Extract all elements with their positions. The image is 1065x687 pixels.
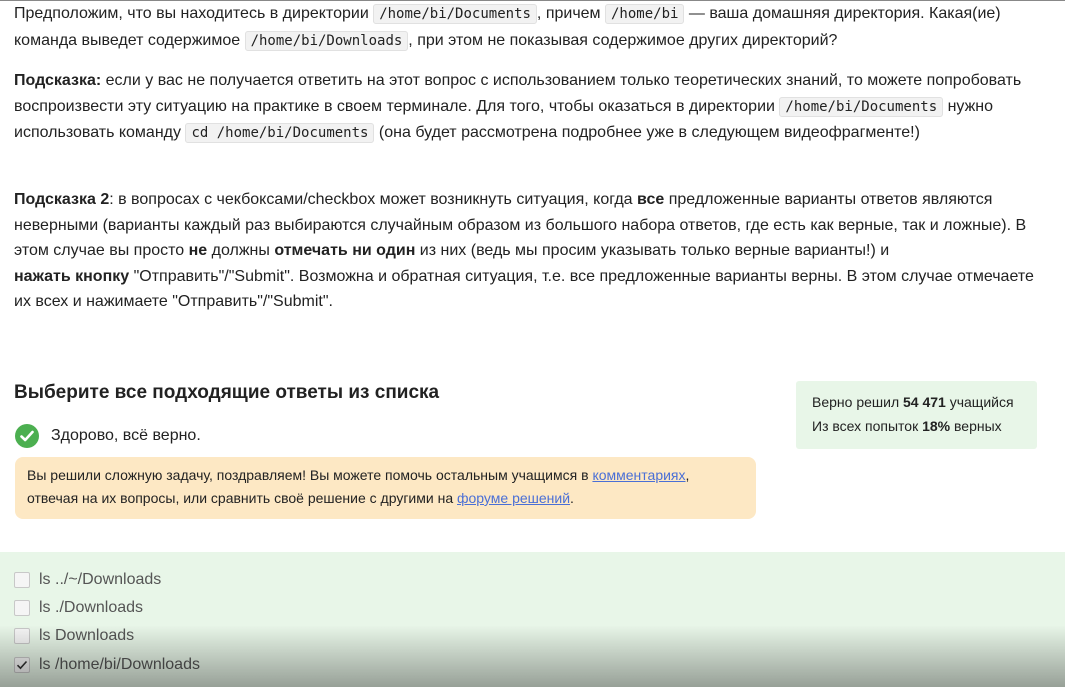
checkbox[interactable]: [14, 628, 30, 644]
option-label: ls /home/bi/Downloads: [39, 656, 200, 673]
checkbox[interactable]: [14, 600, 30, 616]
attempts-stat: Из всех попыток 18% верных: [812, 418, 1002, 434]
attempts-percent: 18%: [922, 418, 951, 434]
option-4[interactable]: ls /home/bi/Downloads: [14, 655, 200, 675]
code-downloads-path: /home/bi/Downloads: [244, 30, 409, 51]
check-circle-icon: [15, 424, 39, 448]
solutions-forum-link[interactable]: форуме решений: [457, 490, 570, 506]
option-1[interactable]: ls ../~/Downloads: [14, 570, 161, 590]
answer-options: ls ../~/Downloads ls ./Downloads ls Down…: [0, 552, 1065, 687]
hint-1: Подсказка: если у вас не получается отве…: [14, 72, 1022, 143]
option-label: ls ./Downloads: [39, 599, 144, 616]
checkbox-checked[interactable]: [14, 657, 30, 673]
code-cd-command: cd /home/bi/Documents: [185, 123, 375, 143]
congrats-notice: Вы решили сложную задачу, поздравляем! В…: [15, 457, 756, 519]
code-documents-path: /home/bi/Documents: [373, 4, 537, 24]
stats-panel: Верно решил 54 471 учащийся Из всех попы…: [796, 381, 1037, 449]
option-label: ls ../~/Downloads: [39, 571, 162, 588]
option-label: ls Downloads: [39, 627, 135, 644]
checkmark-icon: [16, 660, 28, 670]
result-status: Здорово, всё верно.: [15, 424, 201, 448]
option-3[interactable]: ls Downloads: [14, 626, 134, 646]
checkbox[interactable]: [14, 572, 30, 588]
option-2[interactable]: ls ./Downloads: [14, 598, 143, 618]
solved-count: 54 471: [903, 394, 946, 410]
hint-1-label: Подсказка:: [14, 72, 102, 89]
solved-stat: Верно решил 54 471 учащийся: [812, 394, 1014, 410]
code-documents-path-hint: /home/bi/Documents: [779, 96, 944, 117]
result-text: Здорово, всё верно.: [51, 427, 201, 444]
hint-2: Подсказка 2: в вопросах с чекбоксами/che…: [14, 191, 1034, 310]
code-home-path: /home/bi: [605, 4, 685, 24]
question-text: Предположим, что вы находитесь в директо…: [14, 4, 1001, 51]
comments-link[interactable]: комментариях: [592, 467, 685, 483]
section-title: Выберите все подходящие ответы из списка: [14, 382, 440, 403]
hint-2-label: Подсказка 2: [14, 191, 110, 208]
